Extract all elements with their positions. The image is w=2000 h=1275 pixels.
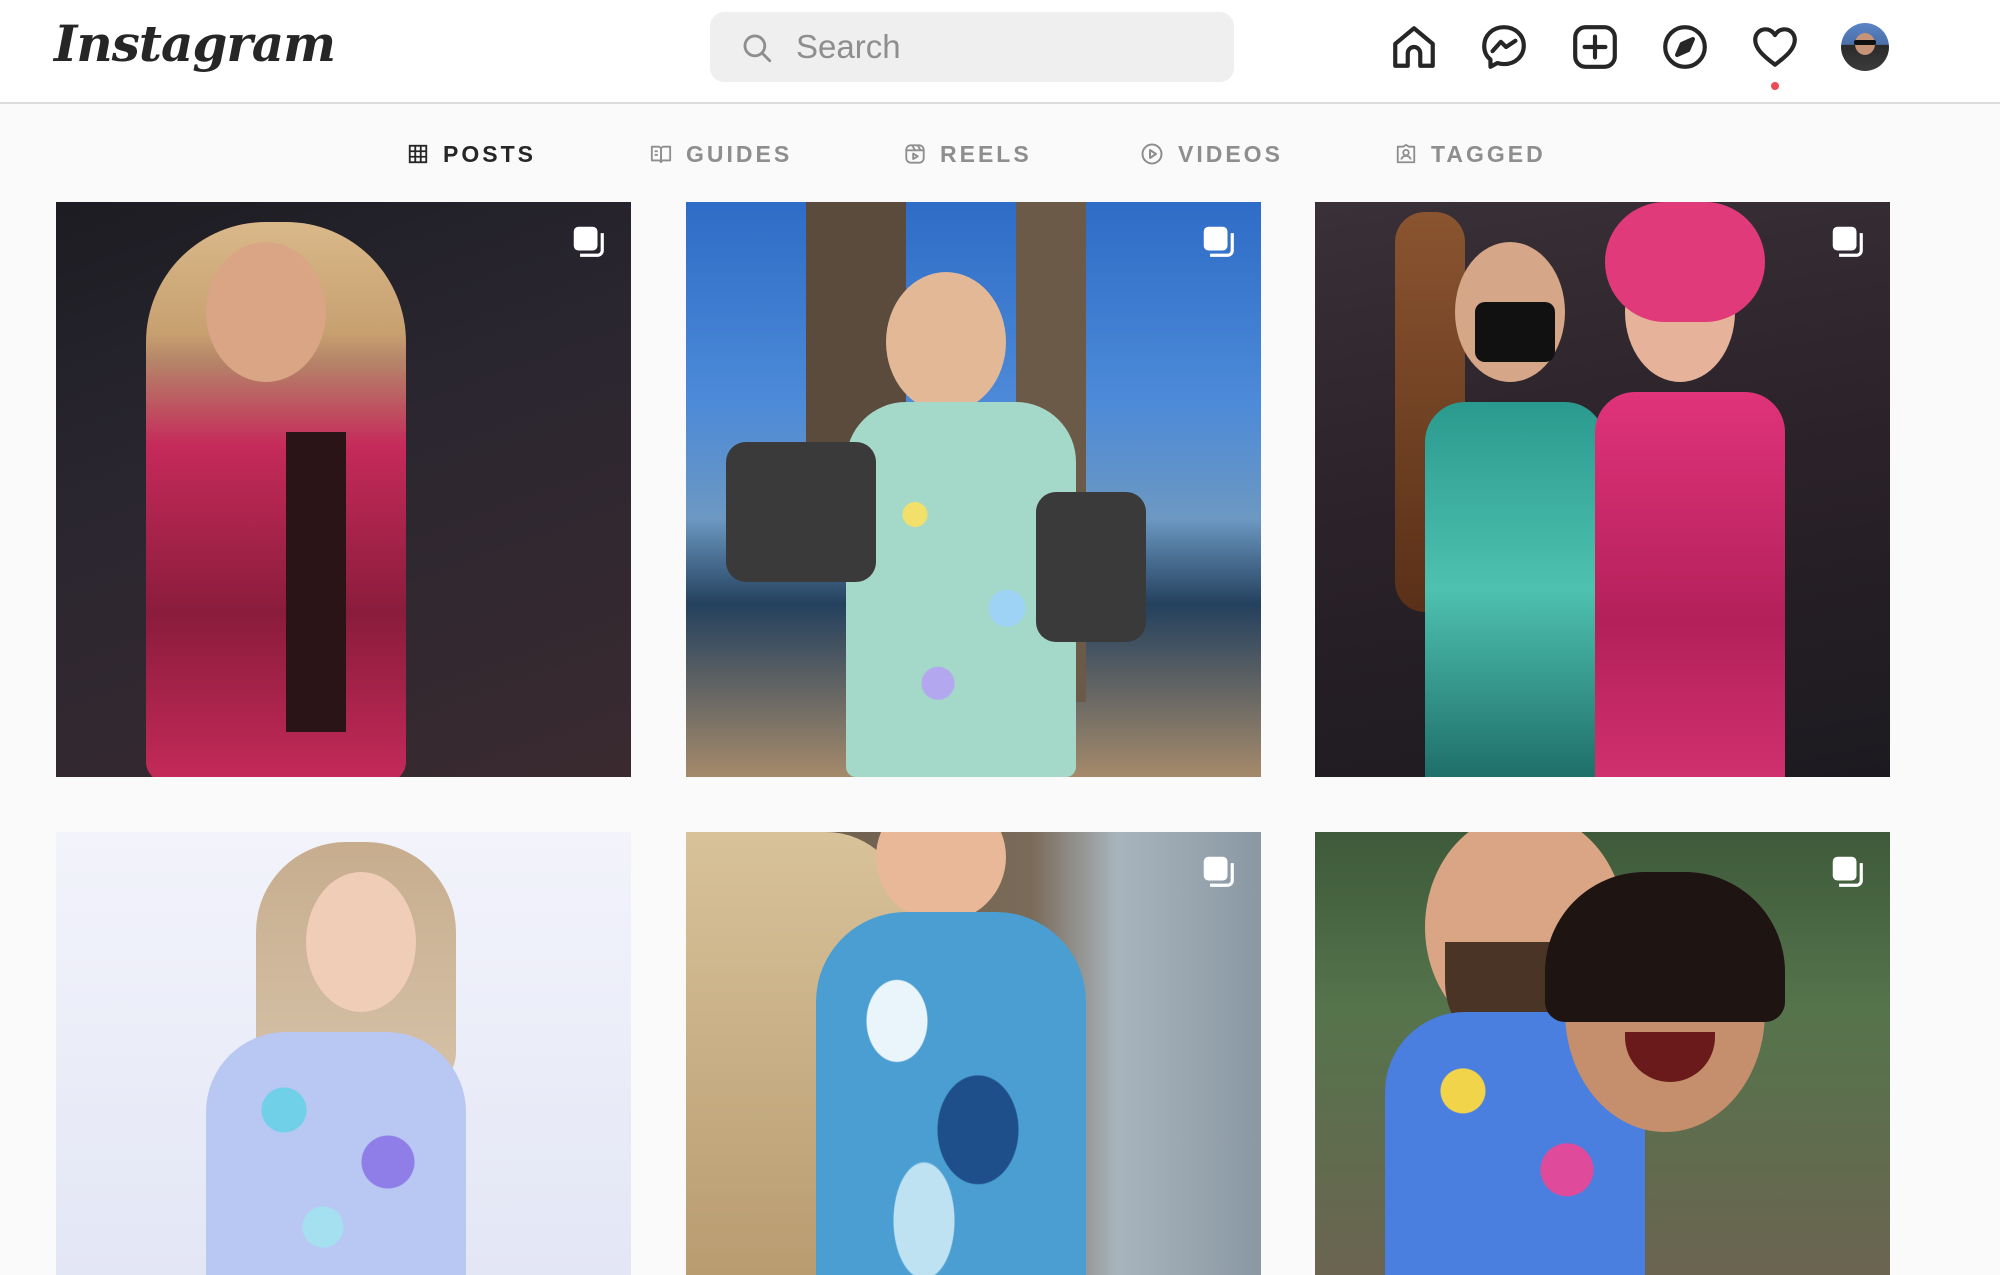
- post-thumbnail[interactable]: [1315, 832, 1890, 1275]
- photo-pink-outfit: [1595, 392, 1785, 777]
- photo-marble-dress: [816, 912, 1086, 1275]
- post-thumbnail[interactable]: [686, 202, 1261, 777]
- photo-teal-outfit: [1425, 402, 1605, 777]
- tab-label: TAGGED: [1431, 140, 1546, 167]
- photo-face-mask: [1475, 302, 1555, 362]
- profile-avatar[interactable]: [1841, 23, 1889, 71]
- photo-jacket: [726, 442, 876, 582]
- messenger-icon[interactable]: [1479, 22, 1529, 72]
- instagram-logo[interactable]: Instagram: [54, 14, 336, 73]
- guide-book-icon: [650, 145, 672, 164]
- photo-jacket-right: [1036, 492, 1146, 642]
- multiple-photos-icon: [1203, 856, 1234, 887]
- post-thumbnail[interactable]: [686, 832, 1261, 1275]
- search-input[interactable]: [796, 12, 1216, 82]
- profile-tabs: POSTS GUIDES REELS VIDEOS TAGGED: [0, 104, 2000, 200]
- notification-dot: [1771, 82, 1779, 90]
- grid-icon: [408, 144, 428, 164]
- explore-icon[interactable]: [1660, 22, 1710, 72]
- home-icon[interactable]: [1389, 22, 1439, 72]
- multiple-photos-icon: [1832, 856, 1863, 887]
- tab-tagged[interactable]: TAGGED: [1395, 138, 1546, 170]
- play-circle-icon: [1141, 143, 1163, 165]
- photo-dark-hair: [1545, 872, 1785, 1022]
- post-thumbnail[interactable]: [56, 202, 631, 777]
- tab-guides[interactable]: GUIDES: [650, 138, 792, 170]
- avatar-sunglasses: [1854, 40, 1876, 45]
- tab-label: REELS: [940, 140, 1032, 167]
- activity-heart-icon[interactable]: [1750, 22, 1800, 72]
- tab-videos[interactable]: VIDEOS: [1140, 138, 1283, 170]
- reels-icon: [905, 144, 925, 164]
- photo-face: [886, 272, 1006, 412]
- search-box[interactable]: [710, 12, 1234, 82]
- post-thumbnail[interactable]: [1315, 202, 1890, 777]
- photo-outfit-detail: [286, 432, 346, 732]
- photo-face: [206, 242, 326, 382]
- photo-floral-bodysuit: [206, 1032, 466, 1275]
- multiple-photos-icon: [573, 226, 604, 257]
- new-post-icon[interactable]: [1570, 22, 1620, 72]
- tab-reels[interactable]: REELS: [904, 138, 1032, 170]
- photo-face: [306, 872, 416, 1012]
- tab-label: GUIDES: [686, 140, 793, 167]
- top-navigation-bar: Instagram: [0, 0, 2000, 104]
- multiple-photos-icon: [1832, 226, 1863, 257]
- multiple-photos-icon: [1203, 226, 1234, 257]
- tab-label: POSTS: [443, 140, 536, 167]
- tagged-user-icon: [1396, 143, 1416, 164]
- tab-posts[interactable]: POSTS: [407, 138, 536, 170]
- search-icon: [743, 34, 772, 63]
- post-thumbnail[interactable]: [56, 832, 631, 1275]
- tab-label: VIDEOS: [1178, 140, 1283, 167]
- photo-pink-hair: [1605, 202, 1765, 322]
